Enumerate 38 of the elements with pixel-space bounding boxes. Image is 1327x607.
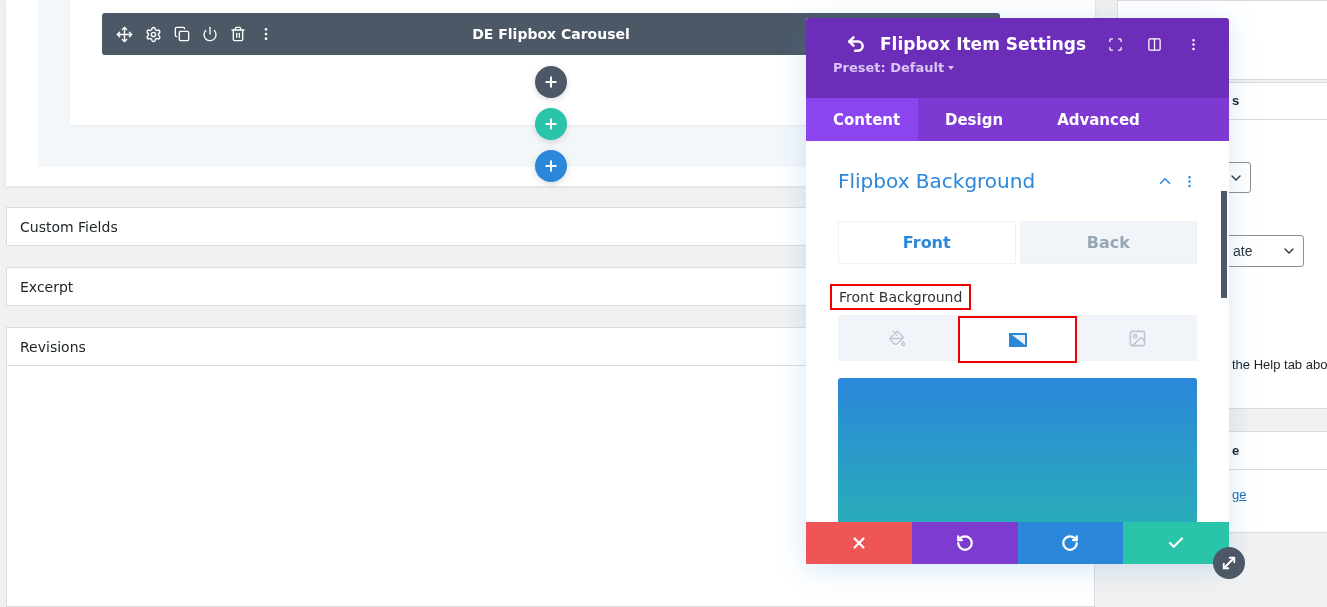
help-text: the Help tab abo (1232, 357, 1327, 372)
resize-icon (1220, 554, 1238, 572)
settings-tab[interactable]: Design (918, 98, 1031, 141)
back-icon[interactable] (846, 34, 866, 54)
section-title[interactable]: Flipbox Background (838, 169, 1148, 193)
plus-icon (543, 116, 559, 132)
panel-title: e (1232, 443, 1240, 458)
scrollbar[interactable] (1221, 191, 1227, 298)
side-toggle[interactable]: Front (838, 221, 1016, 264)
move-icon[interactable] (116, 25, 133, 43)
plus-icon (543, 158, 559, 174)
preset-dropdown[interactable]: Preset: Default (833, 60, 955, 75)
trash-icon[interactable] (230, 26, 246, 42)
fullscreen-icon[interactable] (1108, 36, 1123, 52)
redo-icon (1061, 534, 1080, 552)
plus-icon (543, 74, 559, 90)
module-title: DE Flipbox Carousel (471, 26, 631, 42)
add-button[interactable] (535, 150, 567, 182)
settings-icon[interactable] (145, 25, 162, 43)
paint-bucket-icon (889, 329, 907, 347)
page-link[interactable]: ge (1232, 487, 1247, 502)
caret-icon (948, 65, 955, 70)
modal-title: Flipbox Item Settings (880, 34, 1088, 54)
resize-handle[interactable] (1213, 547, 1245, 579)
image-icon (1127, 328, 1147, 348)
columns-icon[interactable] (1147, 36, 1162, 52)
duplicate-icon[interactable] (174, 26, 190, 42)
settings-tab[interactable]: Content (806, 98, 918, 141)
add-button[interactable] (535, 66, 567, 98)
undo-icon (955, 534, 974, 552)
settings-tab[interactable]: Advanced (1030, 98, 1167, 141)
undo-button[interactable] (911, 522, 1018, 564)
field-label: Front Background (830, 284, 972, 310)
power-icon[interactable] (202, 26, 218, 42)
panel-title: s (1232, 93, 1240, 108)
save-button[interactable] (1123, 522, 1229, 564)
gradient-icon (1007, 331, 1028, 348)
redo-button[interactable] (1017, 522, 1124, 564)
